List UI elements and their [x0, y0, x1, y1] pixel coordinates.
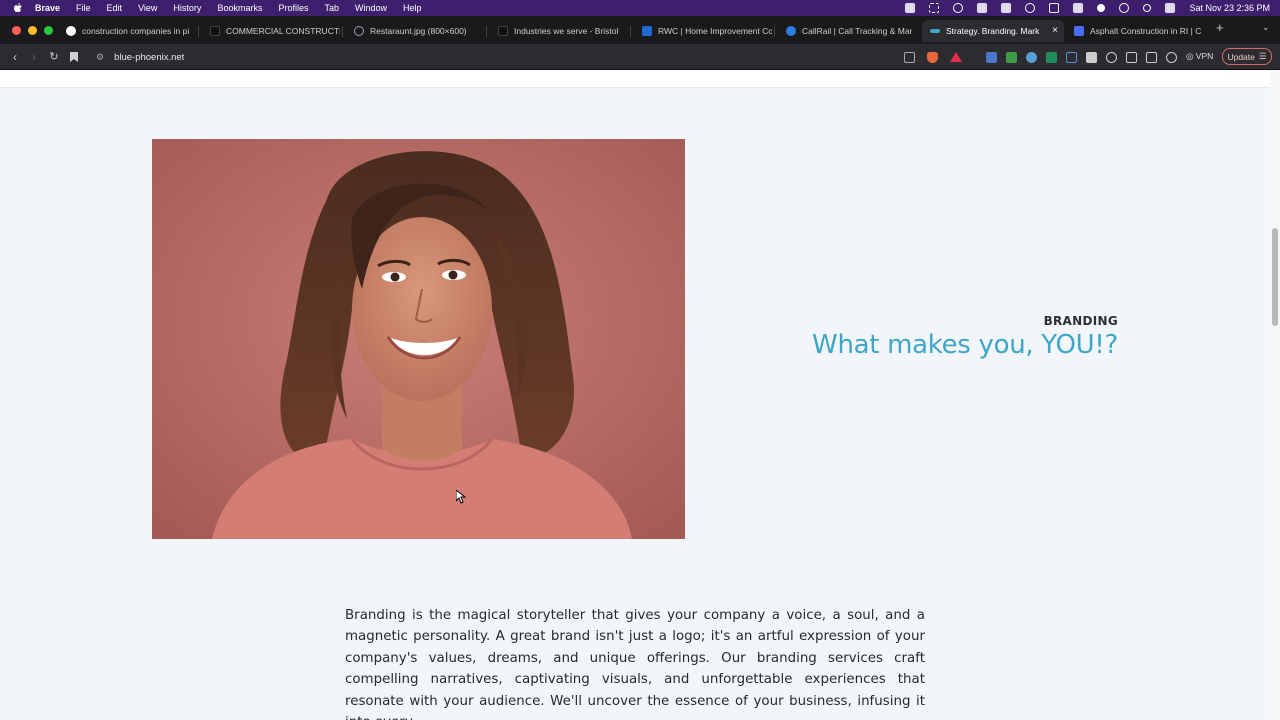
zoom-window-button[interactable] [44, 26, 53, 35]
tab-divider [342, 26, 343, 37]
branding-description: Branding is the magical storyteller that… [345, 608, 925, 720]
tab-5[interactable]: RWC | Home Improvement Co [634, 20, 772, 42]
tab-4[interactable]: Industries we serve - Bristol [490, 20, 628, 42]
bookmark-icon[interactable] [66, 49, 82, 65]
menu-file[interactable]: File [76, 3, 91, 13]
wallet-icon[interactable] [1146, 52, 1157, 63]
tab-2[interactable]: COMMERCIAL CONSTRUCTI [202, 20, 340, 42]
tab-title: CallRail | Call Tracking & Mar [802, 26, 913, 36]
search-icon[interactable] [1143, 4, 1152, 12]
address-field[interactable]: ⚙ blue-phoenix.net [90, 47, 970, 67]
tab-title: Asphalt Construction in RI | C [1090, 26, 1202, 36]
extension-calendar-icon[interactable] [1066, 52, 1077, 63]
tab-8[interactable]: Asphalt Construction in RI | C [1066, 20, 1206, 42]
menu-clock[interactable]: Sat Nov 23 2:36 PM [1189, 3, 1270, 13]
page-scrollbar-thumb[interactable] [1272, 228, 1278, 326]
extension-3-icon[interactable] [1026, 52, 1037, 63]
menu-history[interactable]: History [173, 3, 201, 13]
menu-profiles[interactable]: Profiles [278, 3, 308, 13]
brave-shields-icon[interactable] [927, 52, 938, 63]
tab-divider [198, 26, 199, 37]
google-favicon-icon [66, 26, 76, 36]
hamburger-menu-icon: ☰ [1258, 51, 1267, 61]
vpn-button[interactable]: ◎ VPN [1186, 51, 1213, 62]
site-settings-icon[interactable]: ⚙ [96, 52, 104, 63]
menu-bookmarks[interactable]: Bookmarks [217, 3, 262, 13]
site-favicon-icon [210, 26, 220, 36]
tab-active[interactable]: Strategy. Branding. Mark × [922, 20, 1064, 42]
tab-title: RWC | Home Improvement Co [658, 26, 772, 36]
sidebar-icon[interactable] [1126, 52, 1137, 63]
phoenix-favicon-icon [930, 29, 940, 33]
window-controls [12, 26, 53, 35]
callrail-favicon-icon [786, 26, 796, 36]
extension-n-icon[interactable] [1046, 52, 1057, 63]
tab-title: COMMERCIAL CONSTRUCTI [226, 26, 340, 36]
extension-2-icon[interactable] [1006, 52, 1017, 63]
minimize-window-button[interactable] [28, 26, 37, 35]
macos-menu-bar: Brave File Edit View History Bookmarks P… [0, 0, 1280, 16]
tab-search-chevron-icon[interactable]: ⌄ [1262, 22, 1270, 33]
extensions-puzzle-icon[interactable] [1106, 52, 1117, 63]
play-icon[interactable] [1025, 3, 1036, 13]
tab-title: Industries we serve - Bristol [514, 26, 619, 36]
tab-title: construction companies in pi [82, 26, 190, 36]
brave-rewards-icon[interactable] [950, 52, 962, 62]
browser-tab-strip: construction companies in pi COMMERCIAL … [0, 16, 1280, 44]
screenshot-icon[interactable] [929, 3, 940, 13]
dot-icon[interactable] [1097, 4, 1106, 12]
tab-divider [630, 26, 631, 37]
menu-app-name[interactable]: Brave [35, 3, 60, 13]
section-headline: What makes you, YOU!? [812, 330, 1118, 360]
page-scrollbar-track[interactable] [1270, 70, 1280, 720]
menu-tab[interactable]: Tab [324, 3, 339, 13]
tab-3[interactable]: Restaraunt.jpg (800×600) [346, 20, 484, 42]
reload-icon[interactable]: ↻ [46, 49, 62, 65]
menu-view[interactable]: View [138, 3, 157, 13]
url-text[interactable]: blue-phoenix.net [114, 52, 184, 63]
tab-divider [774, 26, 775, 37]
notification-icon[interactable] [977, 3, 988, 13]
control-center-icon[interactable] [1165, 3, 1176, 13]
update-label: Update [1227, 51, 1255, 62]
browser-toolbar: ‹ › ↻ ⚙ blue-phoenix.net ◎ VPN Update ☰ [0, 44, 1280, 70]
menu-edit[interactable]: Edit [107, 3, 123, 13]
rwc-favicon-icon [642, 26, 652, 36]
sync-icon[interactable] [953, 3, 964, 13]
menu-help[interactable]: Help [403, 3, 422, 13]
forward-button[interactable]: › [26, 49, 42, 65]
section-eyebrow: BRANDING [1043, 314, 1118, 328]
branding-hero-photo [152, 139, 685, 539]
tab-title: Restaraunt.jpg (800×600) [370, 26, 467, 36]
apple-icon[interactable] [11, 1, 25, 15]
tab-title: Strategy. Branding. Mark [946, 26, 1040, 36]
leo-ai-icon[interactable] [1166, 52, 1177, 63]
keyboard-icon[interactable] [1073, 3, 1084, 13]
close-tab-icon[interactable]: × [1052, 25, 1058, 36]
status-app-icon[interactable] [905, 3, 916, 13]
update-button[interactable]: Update ☰ [1222, 48, 1272, 65]
asphalt-favicon-icon [1074, 26, 1084, 36]
share-icon[interactable] [904, 52, 915, 63]
new-tab-button[interactable]: + [1216, 20, 1224, 35]
tab-1[interactable]: construction companies in pi [58, 20, 196, 42]
menu-window[interactable]: Window [355, 3, 387, 13]
grid-app-icon[interactable] [1001, 3, 1012, 13]
globe-icon [354, 26, 364, 36]
extension-1-icon[interactable] [986, 52, 997, 63]
back-button[interactable]: ‹ [7, 49, 23, 65]
vpn-label: VPN [1195, 51, 1214, 61]
web-page: BRANDING What makes you, YOU!? Branding … [0, 70, 1270, 720]
extension-5-icon[interactable] [1086, 52, 1097, 63]
status-icons: Sat Nov 23 2:36 PM [905, 0, 1270, 16]
close-window-button[interactable] [12, 26, 21, 35]
clock-status-icon[interactable] [1119, 3, 1130, 13]
display-icon[interactable] [1049, 3, 1060, 13]
site-header-edge [0, 70, 1270, 88]
site-favicon-icon [498, 26, 508, 36]
tab-6[interactable]: CallRail | Call Tracking & Mar [778, 20, 918, 42]
tab-divider [486, 26, 487, 37]
